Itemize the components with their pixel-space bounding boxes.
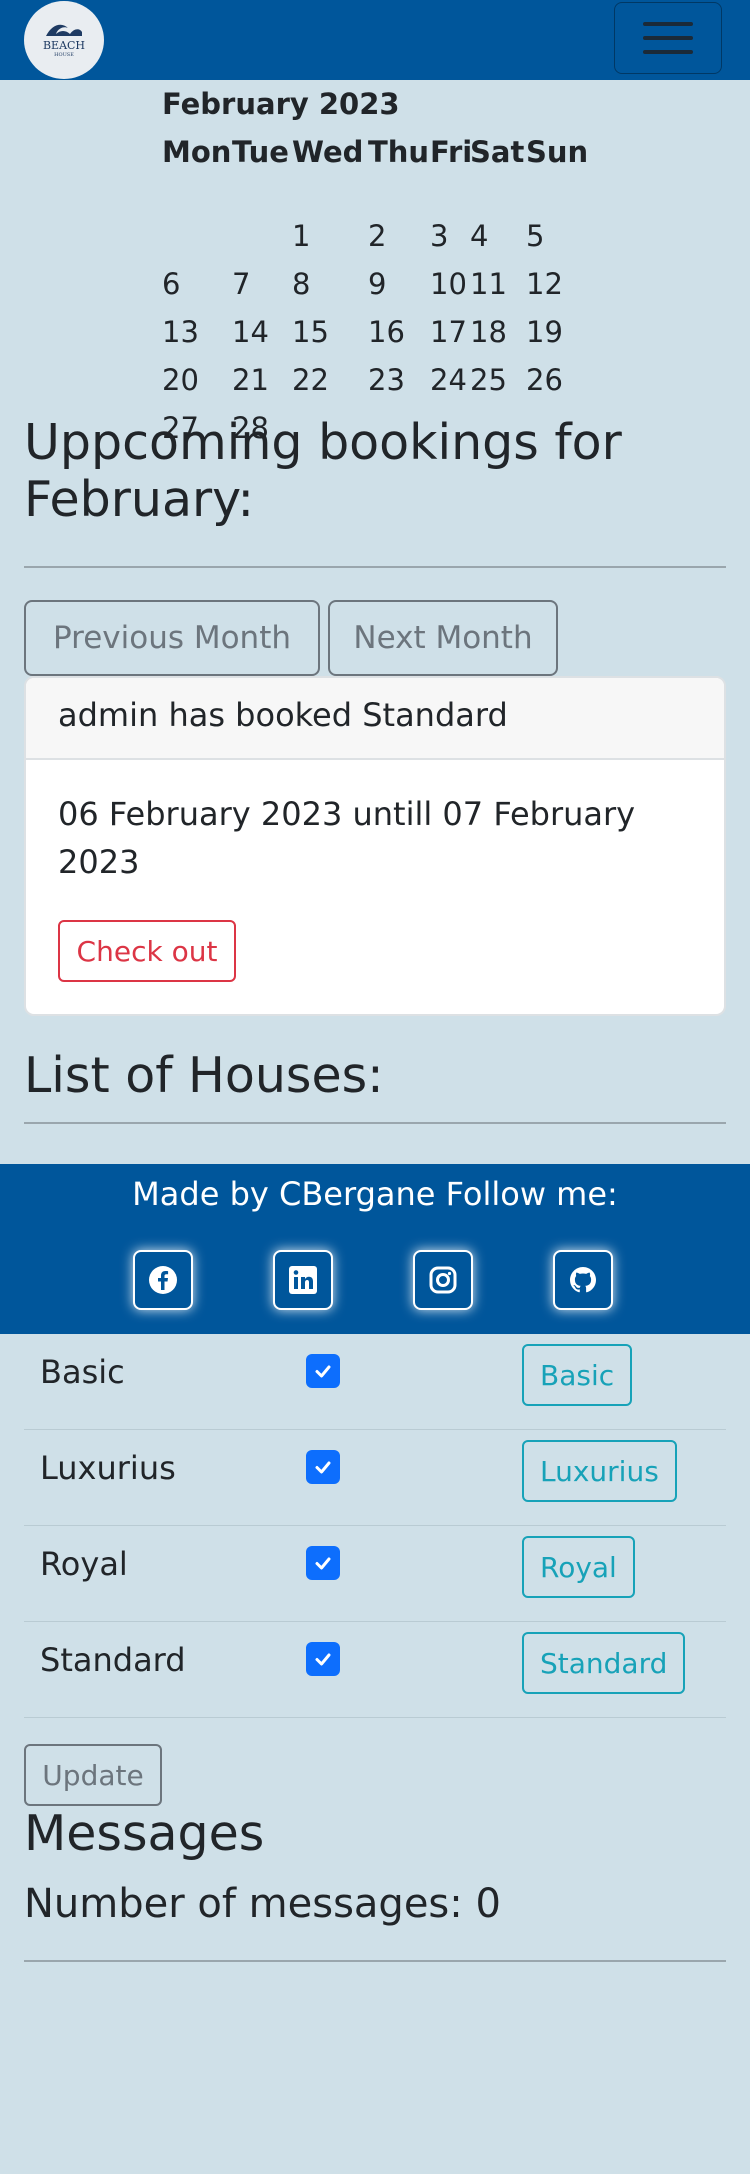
house-row: Luxurius Luxurius [24, 1430, 726, 1526]
footer-text: Made by CBergane Follow me: [132, 1175, 618, 1213]
house-row: Royal Royal [24, 1526, 726, 1622]
previous-month-button[interactable]: Previous Month [24, 600, 320, 676]
calendar-day: 18 [470, 315, 507, 349]
house-checkbox[interactable] [306, 1546, 340, 1580]
logo-text: BEACH [42, 39, 86, 52]
calendar-day: 12 [526, 267, 563, 301]
house-button-standard[interactable]: Standard [522, 1632, 686, 1694]
calendar-day: 8 [292, 267, 311, 301]
calendar-weekday: Thu [368, 135, 430, 169]
instagram-icon[interactable] [413, 1250, 473, 1310]
house-name: Basic [40, 1353, 125, 1391]
house-checkbox[interactable] [306, 1642, 340, 1676]
footer: Made by CBergane Follow me: [0, 1164, 750, 1334]
messages-heading: Messages [24, 1805, 265, 1862]
next-month-button[interactable]: Next Month [328, 600, 558, 676]
logo[interactable]: BEACH HOUSE [24, 1, 104, 79]
house-row: Basic Basic [24, 1334, 726, 1430]
booking-card-header: admin has booked Standard [26, 678, 724, 760]
house-checkbox[interactable] [306, 1354, 340, 1388]
calendar-day: 23 [368, 363, 405, 397]
calendar-weekday: Mon [162, 135, 232, 169]
calendar-day: 17 [430, 315, 467, 349]
house-name: Standard [40, 1641, 186, 1679]
calendar-day: 19 [526, 315, 563, 349]
calendar-title: February 2023 [162, 87, 400, 121]
calendar-day: 9 [368, 267, 387, 301]
booking-card: admin has booked Standard 06 February 20… [24, 676, 726, 1016]
house-button-royal[interactable]: Royal [522, 1536, 635, 1598]
calendar-day: 5 [526, 219, 545, 253]
checkmark-icon [315, 1365, 331, 1378]
navbar: BEACH HOUSE [0, 0, 750, 80]
divider [24, 1122, 726, 1124]
calendar-day: 7 [232, 267, 251, 301]
logo-subtext: HOUSE [54, 52, 74, 58]
hamburger-menu-icon [643, 22, 693, 26]
house-button-luxurius[interactable]: Luxurius [522, 1440, 677, 1502]
calendar-day: 15 [292, 315, 329, 349]
hamburger-menu-icon [643, 36, 693, 40]
house-name: Luxurius [40, 1449, 176, 1487]
calendar-day: 10 [430, 267, 467, 301]
checkmark-icon [315, 1557, 331, 1570]
calendar-day: 21 [232, 363, 269, 397]
house-button-basic[interactable]: Basic [522, 1344, 633, 1406]
calendar-day: 3 [430, 219, 449, 253]
calendar-day: 13 [162, 315, 199, 349]
calendar-day: 6 [162, 267, 181, 301]
message-count: Number of messages: 0 [24, 1881, 501, 1927]
update-button[interactable]: Update [24, 1744, 162, 1806]
calendar-day: 2 [368, 219, 387, 253]
hamburger-menu-icon [643, 50, 693, 54]
houses-heading: List of Houses: [24, 1047, 384, 1104]
calendar-weekday: Wed [292, 135, 364, 169]
calendar-weekday: Tue [232, 135, 289, 169]
calendar-day: 16 [368, 315, 405, 349]
check-out-button[interactable]: Check out [58, 920, 236, 982]
navbar-toggler-button[interactable] [614, 2, 722, 74]
calendar-day: 4 [470, 219, 489, 253]
calendar-day: 26 [526, 363, 563, 397]
calendar-day: 1 [292, 219, 311, 253]
wave-icon [46, 24, 82, 36]
calendar-weekday: Fri [430, 135, 473, 169]
divider [24, 566, 726, 568]
calendar-day: 25 [470, 363, 507, 397]
checkmark-icon [315, 1653, 331, 1666]
calendar-day: 14 [232, 315, 269, 349]
booking-dates: 06 February 2023 untill 07 February 2023 [58, 795, 636, 881]
calendar-day: 20 [162, 363, 199, 397]
calendar-day: 11 [470, 267, 507, 301]
facebook-icon[interactable] [133, 1250, 193, 1310]
house-row: Standard Standard [24, 1622, 726, 1718]
divider [24, 1960, 726, 1962]
linkedin-icon[interactable] [273, 1250, 333, 1310]
house-name: Royal [40, 1545, 128, 1583]
calendar-day: 24 [430, 363, 467, 397]
calendar-day: 22 [292, 363, 329, 397]
github-icon[interactable] [553, 1250, 613, 1310]
checkmark-icon [315, 1461, 331, 1474]
house-checkbox[interactable] [306, 1450, 340, 1484]
bookings-heading: Uppcoming bookings for February: [24, 414, 622, 528]
calendar-weekday: Sat [470, 135, 525, 169]
calendar-weekday: Sun [526, 135, 589, 169]
